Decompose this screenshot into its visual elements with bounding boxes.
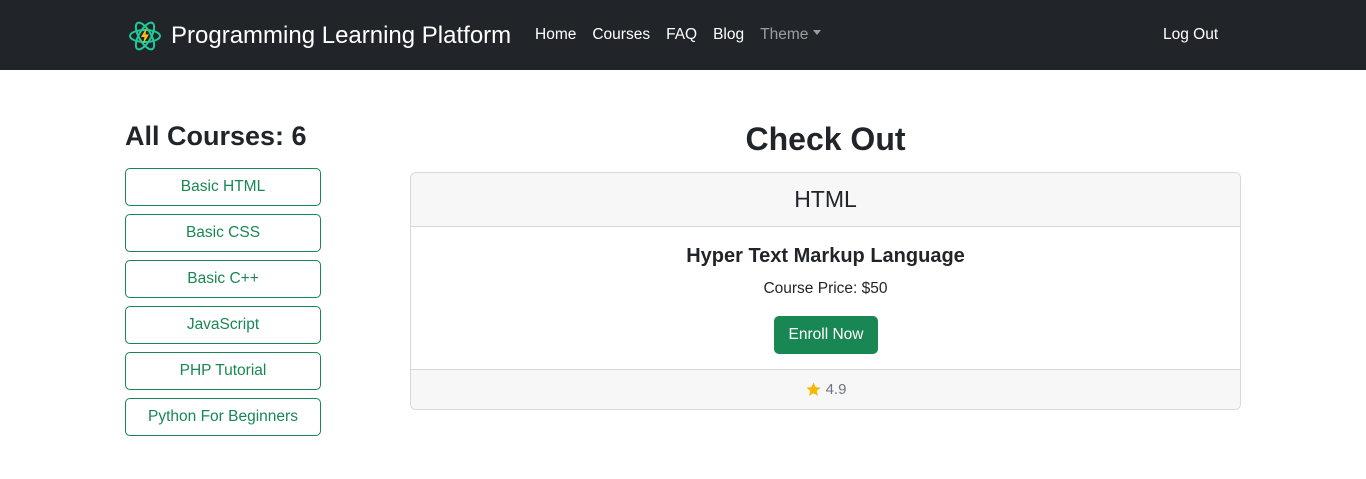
price-value: $50 — [861, 280, 888, 297]
nav-link-home[interactable]: Home — [535, 24, 576, 46]
course-list: Basic HTML Basic CSS Basic C++ JavaScrip… — [125, 168, 321, 444]
course-price: Course Price: $50 — [411, 278, 1240, 300]
card-body: Hyper Text Markup Language Course Price:… — [411, 227, 1240, 369]
brand-link[interactable]: Programming Learning Platform — [128, 19, 511, 53]
price-label: Course Price: — [763, 280, 858, 297]
nav-links: Home Courses FAQ Blog Theme — [535, 24, 837, 46]
course-button-javascript[interactable]: JavaScript — [125, 306, 321, 344]
course-button-python-beginners[interactable]: Python For Beginners — [125, 398, 321, 436]
nav-link-courses[interactable]: Courses — [592, 24, 650, 46]
brand-name: Programming Learning Platform — [171, 22, 512, 49]
course-full-name: Hyper Text Markup Language — [686, 245, 965, 267]
course-button-basic-css[interactable]: Basic CSS — [125, 214, 321, 252]
theme-dropdown-label: Theme — [760, 26, 809, 43]
page-title: Check Out — [745, 121, 906, 157]
star-icon — [805, 382, 821, 396]
logout-link[interactable]: Log Out — [1163, 24, 1218, 46]
enroll-now-button[interactable]: Enroll Now — [774, 316, 878, 354]
card-footer: 4.9 — [411, 369, 1240, 409]
all-courses-heading: All Courses: 6 — [125, 121, 307, 151]
course-card: HTML Hyper Text Markup Language Course P… — [410, 172, 1241, 410]
caret-down-icon — [813, 30, 822, 36]
atom-lightning-icon — [129, 21, 161, 51]
top-navbar: Programming Learning Platform Home Cours… — [0, 0, 1366, 70]
theme-dropdown[interactable]: Theme — [760, 24, 822, 46]
course-button-basic-html[interactable]: Basic HTML — [125, 168, 321, 206]
rating-value: 4.9 — [825, 381, 847, 398]
course-button-basic-cpp[interactable]: Basic C++ — [125, 260, 321, 298]
card-header: HTML — [411, 173, 1240, 227]
course-button-php-tutorial[interactable]: PHP Tutorial — [125, 352, 321, 390]
nav-link-blog[interactable]: Blog — [713, 24, 744, 46]
nav-link-faq[interactable]: FAQ — [666, 24, 697, 46]
